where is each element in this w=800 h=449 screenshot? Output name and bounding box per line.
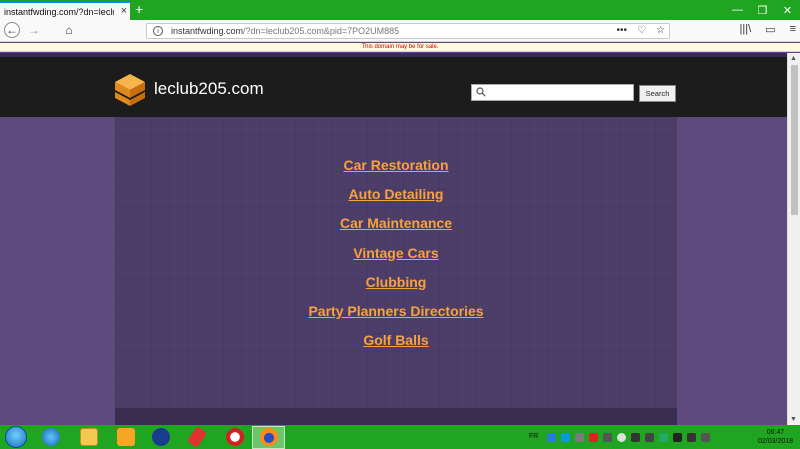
opera-icon[interactable] bbox=[226, 428, 244, 446]
file-explorer-icon[interactable] bbox=[80, 428, 98, 446]
tray-grid-icon[interactable] bbox=[631, 433, 640, 442]
tray-app-icon[interactable] bbox=[603, 433, 612, 442]
url-path: /?dn=leclub205.com&pid=7PO2UM885 bbox=[243, 26, 400, 36]
search-icon bbox=[476, 87, 486, 97]
maximize-button[interactable]: ❐ bbox=[750, 0, 775, 20]
system-tray bbox=[547, 433, 710, 442]
related-links-list: Car Restoration Auto Detailing Car Maint… bbox=[115, 157, 677, 361]
start-button[interactable] bbox=[5, 426, 27, 448]
clock-date: 02/03/2018 bbox=[758, 438, 794, 445]
minimize-button[interactable]: — bbox=[725, 0, 750, 20]
tray-notification-icon[interactable] bbox=[701, 433, 710, 442]
browser-navbar: ← → ⌂ i instantfwding.com/?dn=leclub205.… bbox=[0, 20, 800, 42]
back-button[interactable]: ← bbox=[4, 22, 20, 38]
menu-icon[interactable]: ≡ bbox=[790, 23, 796, 36]
content-panel-footer bbox=[115, 408, 677, 425]
link-car-maintenance[interactable]: Car Maintenance bbox=[115, 215, 677, 231]
search-input[interactable] bbox=[471, 84, 634, 101]
scroll-thumb[interactable] bbox=[791, 65, 798, 215]
window-controls: — ❐ ✕ bbox=[725, 0, 800, 20]
scroll-up-arrow-icon[interactable]: ▲ bbox=[790, 55, 797, 62]
link-golf-balls[interactable]: Golf Balls bbox=[115, 332, 677, 348]
page-actions-icon[interactable]: ••• bbox=[617, 25, 628, 36]
site-header: leclub205.com Search bbox=[0, 53, 787, 117]
tray-network-icon[interactable] bbox=[547, 433, 556, 442]
link-auto-detailing[interactable]: Auto Detailing bbox=[115, 186, 677, 202]
link-car-restoration[interactable]: Car Restoration bbox=[115, 157, 677, 173]
tray-media-icon[interactable] bbox=[589, 433, 598, 442]
browser-tab-strip: instantfwding.com/?dn=leclub205 × + — ❐ … bbox=[0, 0, 800, 20]
taskbar-clock[interactable]: 06:47 02/03/2018 bbox=[758, 428, 793, 446]
sidebar-icon[interactable]: ▭ bbox=[765, 23, 775, 36]
info-icon[interactable]: i bbox=[153, 26, 163, 36]
tab-close-icon[interactable]: × bbox=[121, 5, 127, 17]
input-language-indicator[interactable]: FR bbox=[529, 433, 538, 440]
link-vintage-cars[interactable]: Vintage Cars bbox=[115, 245, 677, 261]
tray-volume-icon[interactable] bbox=[687, 433, 696, 442]
domain-sale-notice[interactable]: This domain may be for sale. bbox=[0, 43, 800, 52]
new-tab-button[interactable]: + bbox=[135, 1, 143, 17]
page-scrollbar[interactable]: ▲ ▼ bbox=[787, 53, 800, 425]
url-text: instantfwding.com/?dn=leclub205.com&pid=… bbox=[171, 26, 399, 36]
pin-app-icon[interactable] bbox=[186, 426, 208, 448]
logo-cube-icon bbox=[115, 74, 145, 106]
link-party-planners-directories[interactable]: Party Planners Directories bbox=[115, 303, 677, 319]
scroll-down-arrow-icon[interactable]: ▼ bbox=[790, 416, 797, 423]
firefox-icon[interactable] bbox=[260, 428, 278, 446]
pocket-icon[interactable]: ♡ bbox=[637, 25, 646, 36]
browser-tab[interactable]: instantfwding.com/?dn=leclub205 × bbox=[0, 1, 130, 20]
messenger-icon[interactable] bbox=[152, 428, 170, 446]
search-button[interactable]: Search bbox=[639, 85, 676, 102]
media-player-icon[interactable] bbox=[117, 428, 135, 446]
tray-circle-icon[interactable] bbox=[617, 433, 626, 442]
clock-time: 06:47 bbox=[766, 429, 785, 436]
tray-flag-icon[interactable] bbox=[645, 433, 654, 442]
close-window-button[interactable]: ✕ bbox=[775, 0, 800, 20]
url-host: instantfwding.com bbox=[171, 26, 244, 36]
bookmark-star-icon[interactable]: ☆ bbox=[656, 25, 665, 36]
tray-battery-icon[interactable] bbox=[659, 433, 668, 442]
tray-shield-icon[interactable] bbox=[575, 433, 584, 442]
url-bar[interactable]: i instantfwding.com/?dn=leclub205.com&pi… bbox=[146, 23, 670, 39]
forward-button[interactable]: → bbox=[26, 22, 42, 38]
library-icon[interactable]: |||\ bbox=[740, 23, 752, 36]
tray-signal-icon[interactable] bbox=[673, 433, 682, 442]
tray-cloud-icon[interactable] bbox=[561, 433, 570, 442]
home-icon[interactable]: ⌂ bbox=[61, 22, 77, 38]
tab-title: instantfwding.com/?dn=leclub205 bbox=[4, 6, 114, 17]
link-clubbing[interactable]: Clubbing bbox=[115, 274, 677, 290]
internet-explorer-icon[interactable] bbox=[42, 428, 60, 446]
site-name: leclub205.com bbox=[154, 79, 264, 98]
windows-taskbar: FR 06:47 02/03/2018 bbox=[0, 425, 800, 449]
